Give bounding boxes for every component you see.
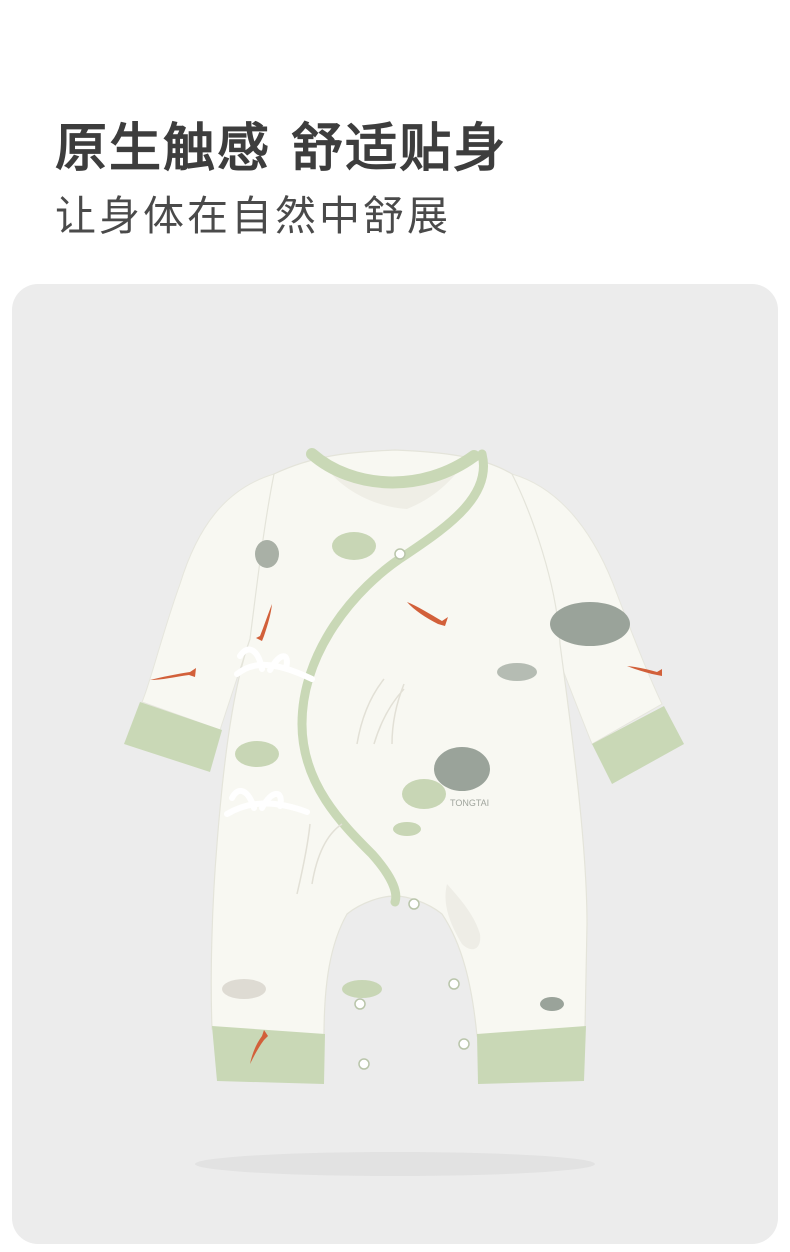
product-image-card: TONGTAI [12,284,778,1244]
snap-button [448,978,460,990]
snap-button [394,548,406,560]
snap-button [358,1058,370,1070]
brand-print-text: TONGTAI [450,798,489,808]
left-leg-cuff [212,1026,325,1084]
headline: 原生触感 舒适贴身 [55,119,508,179]
subline: 让身体在自然中舒展 [55,192,451,240]
snap-button [458,1038,470,1050]
right-leg-cuff [477,1026,586,1084]
snap-button [354,998,366,1010]
snap-button [408,898,420,910]
romper-illustration: TONGTAI [124,448,684,1176]
ground-shadow [195,1152,595,1176]
